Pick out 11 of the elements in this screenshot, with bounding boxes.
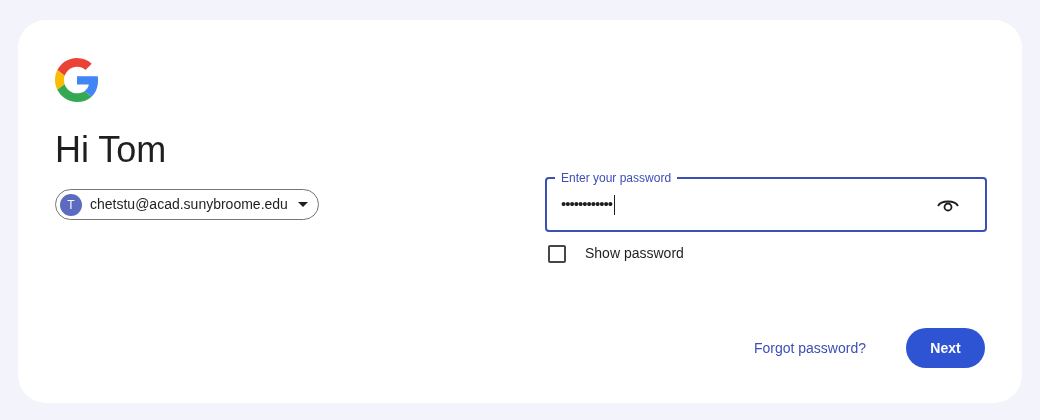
avatar: T (60, 193, 82, 216)
greeting-title: Hi Tom (55, 128, 167, 172)
account-email: chetstu@acad.sunybroome.edu (90, 195, 288, 214)
checkbox-label: Show password (585, 244, 684, 263)
caret-icon (297, 202, 308, 207)
checkbox[interactable] (548, 244, 566, 263)
forgot-password-link[interactable]: Forgot password? (753, 337, 866, 359)
next-button[interactable]: Next (906, 328, 985, 368)
password-value: •••••••••••• (561, 194, 613, 215)
logo-icon (55, 58, 99, 102)
field-label: Enter your password (555, 170, 678, 186)
